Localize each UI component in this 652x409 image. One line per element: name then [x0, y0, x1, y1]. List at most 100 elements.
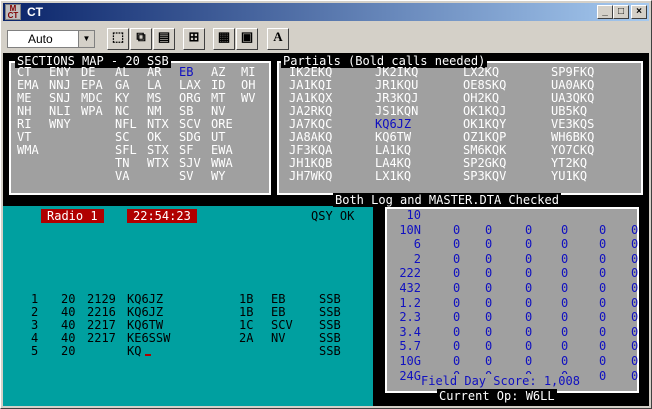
band-label: 222: [399, 266, 421, 281]
band-count: 0: [485, 310, 493, 325]
band-count: 0: [453, 354, 461, 368]
maximize-button[interactable]: □: [613, 5, 629, 19]
band-count: 0: [561, 222, 569, 237]
partial-call: SP3KQV: [463, 169, 507, 183]
band-label: 10: [406, 208, 421, 222]
copy-icon[interactable]: ⧉: [130, 28, 152, 50]
band-count: 0: [485, 324, 493, 339]
band-count: 0: [453, 222, 461, 237]
window-layout-icon[interactable]: ▣: [236, 28, 258, 50]
section-cell: VA: [115, 169, 130, 183]
field-day-score: Field Day Score: 1,008: [421, 374, 580, 388]
minimize-button[interactable]: _: [597, 5, 613, 19]
band-count: 0: [485, 295, 493, 310]
band-count: 0: [631, 354, 639, 368]
band-count: 0: [561, 339, 569, 354]
call-entry-field[interactable]: KQ: [127, 345, 141, 358]
band-count: 0: [631, 339, 639, 354]
band-count: 0: [599, 324, 607, 339]
band-count: 0: [631, 222, 639, 237]
network-icon[interactable]: ⊞: [183, 28, 205, 50]
band-count: 0: [631, 237, 639, 252]
band-count: 0: [453, 310, 461, 325]
band-count: 0: [631, 281, 639, 295]
band-count: 0: [631, 251, 639, 266]
band-count: 0: [453, 295, 461, 310]
band-count: 0: [525, 324, 533, 339]
band-count: 0: [561, 281, 569, 295]
select-icon[interactable]: ⬚: [107, 28, 129, 50]
band-count: 0: [599, 368, 607, 383]
log-n: 5: [31, 344, 39, 358]
band-label: 2: [413, 251, 421, 266]
partial-call: YU1KQ: [551, 169, 588, 183]
band-count: 0: [485, 339, 493, 354]
text-cursor: [145, 354, 151, 356]
band-count: 0: [599, 222, 607, 237]
band-label: 432: [399, 281, 421, 295]
font-button[interactable]: A: [267, 28, 289, 50]
band-count: 0: [485, 354, 493, 368]
partial-call: JH7WKQ: [289, 169, 333, 183]
band-count: 0: [631, 295, 639, 310]
band-count: 0: [599, 281, 607, 295]
properties-icon[interactable]: ▦: [213, 28, 235, 50]
band-count: 0: [631, 310, 639, 325]
partial-call: LX1KQ: [375, 169, 412, 183]
app-icon[interactable]: M CT: [5, 4, 21, 20]
mode-select-value: Auto: [28, 32, 53, 46]
band-label: 24G: [399, 368, 421, 383]
band-count: 0: [525, 295, 533, 310]
qsy-status: QSY OK: [311, 209, 355, 223]
band-count: 0: [631, 266, 639, 281]
band-count: 0: [453, 339, 461, 354]
band-count: 0: [453, 237, 461, 252]
section-cell: WPA: [81, 104, 103, 118]
band-count: 0: [485, 251, 493, 266]
section-cell: WMA: [17, 143, 39, 157]
band-count: 0: [453, 266, 461, 281]
band-count: 0: [525, 339, 533, 354]
band-count: 0: [485, 237, 493, 252]
band-count: 0: [631, 368, 639, 383]
chevron-down-icon[interactable]: ▼: [78, 31, 94, 47]
check-status-banner: Both Log and MASTER.DTA Checked: [333, 193, 561, 207]
partials-panel: Partials (Bold calls needed) IK2EKQ JA1KQ…: [277, 54, 643, 195]
paste-icon[interactable]: ▤: [153, 28, 175, 50]
band-count: 0: [561, 266, 569, 281]
band-label: 5.7: [399, 339, 421, 354]
section-cell: SV: [179, 169, 194, 183]
band-count: 0: [485, 222, 493, 237]
log-mode: SSB: [319, 344, 341, 358]
band-count: 0: [599, 295, 607, 310]
band-count: 0: [453, 324, 461, 339]
band-count: 0: [525, 310, 533, 325]
band-count: 0: [599, 310, 607, 325]
sections-map-panel: SECTIONS MAP - 20 SSB CT EMA ME NH RI VT WMA EN…: [9, 54, 271, 195]
band-count: 0: [485, 281, 493, 295]
band-label: 2.3: [399, 310, 421, 325]
band-count: 0: [561, 310, 569, 325]
band-stats-box: 10 10N 0 0 0 0 0 0 6 0 0 0 0 0 0 2 0 0 0 0 0 0 222 0 0 0 0 0 0 432 0 0 0…: [385, 207, 639, 393]
window-title: CT: [27, 5, 43, 19]
band-count: 0: [561, 295, 569, 310]
close-button[interactable]: ×: [631, 5, 647, 19]
log-time: 2217: [87, 331, 116, 345]
band-count: 0: [525, 237, 533, 252]
radio-label[interactable]: Radio 1: [41, 209, 104, 223]
section-cell: WV: [241, 91, 256, 105]
console-screen: SECTIONS MAP - 20 SSB CT EMA ME NH RI VT WMA EN…: [3, 53, 649, 406]
band-count: 0: [525, 266, 533, 281]
band-label: 10N: [399, 222, 421, 237]
band-count: 0: [599, 354, 607, 368]
clock: 22:54:23: [127, 209, 197, 223]
title-bar[interactable]: M CT CT _ □ ×: [3, 3, 649, 21]
band-count: 0: [561, 324, 569, 339]
section-cell: WNY: [49, 117, 71, 131]
band-count: 0: [599, 237, 607, 252]
band-count: 0: [599, 266, 607, 281]
band-label: 3.4: [399, 324, 421, 339]
band-count: 0: [561, 251, 569, 266]
app-window: M CT CT _ □ × Auto ▼ ⬚ ⧉ ▤ ⊞ ▦ ▣ A SECTIO…: [0, 0, 652, 409]
mode-select[interactable]: Auto ▼: [7, 30, 95, 48]
